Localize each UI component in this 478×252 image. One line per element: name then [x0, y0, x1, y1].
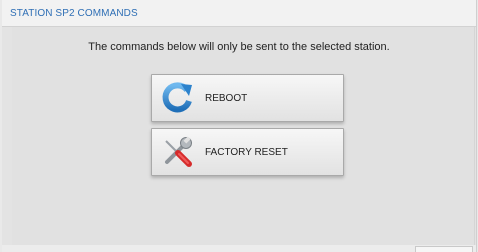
reboot-label: REBOOT — [205, 93, 248, 104]
panel-header: STATION SP2 COMMANDS — [2, 0, 476, 27]
info-text: The commands below will only be sent to … — [88, 41, 390, 53]
factory-reset-label: FACTORY RESET — [205, 147, 288, 158]
bottom-tab[interactable] — [415, 246, 473, 252]
panel-title: STATION SP2 COMMANDS — [10, 8, 138, 19]
tools-icon — [160, 135, 194, 169]
commands-panel: STATION SP2 COMMANDS — [2, 0, 477, 252]
bottom-strip — [2, 245, 476, 252]
reboot-button[interactable]: REBOOT — [151, 74, 344, 122]
refresh-icon — [160, 81, 194, 115]
factory-reset-button[interactable]: FACTORY RESET — [151, 128, 344, 176]
